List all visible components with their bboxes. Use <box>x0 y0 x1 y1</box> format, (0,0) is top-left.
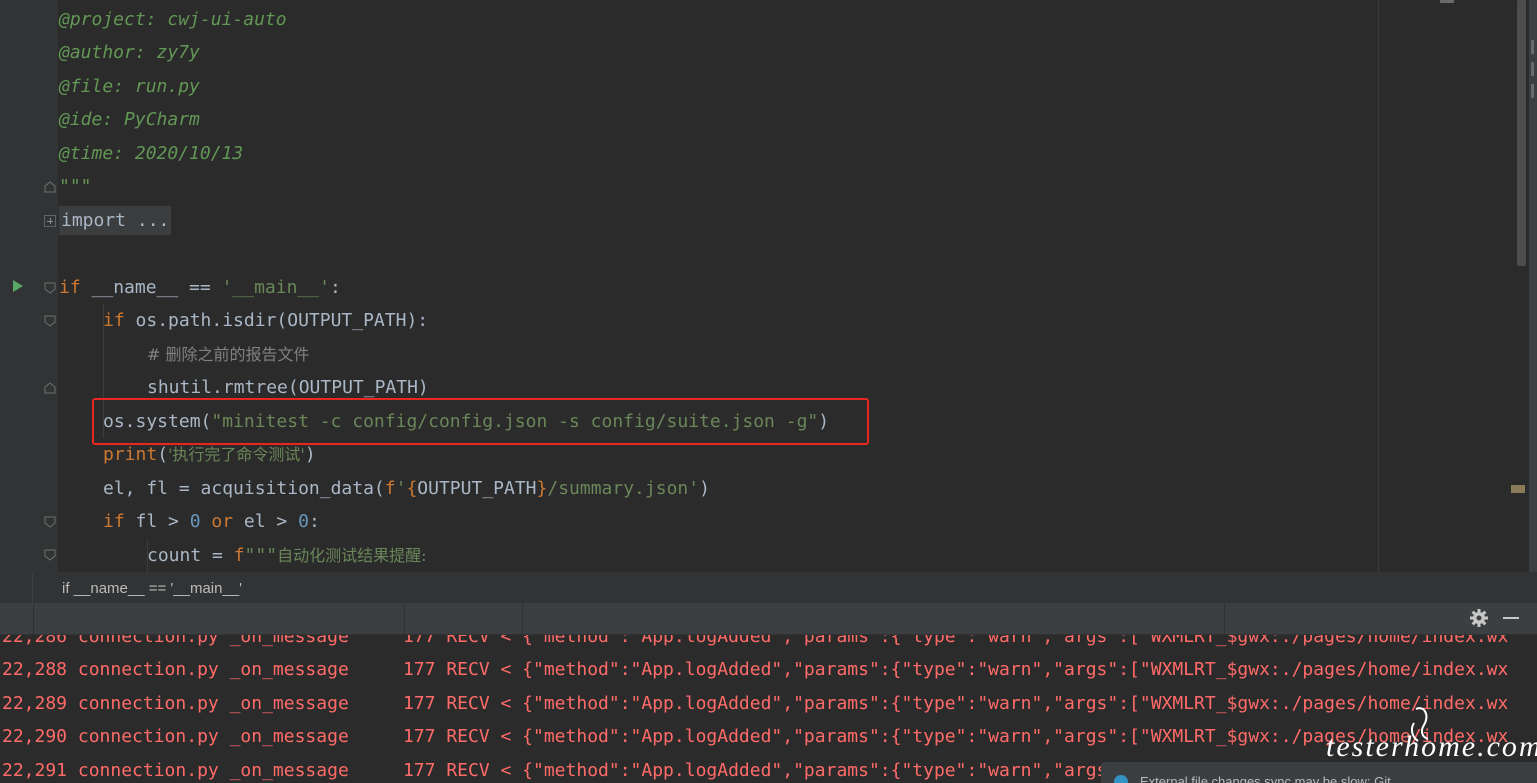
code-token: if <box>103 511 136 532</box>
code-line[interactable]: if fl > 0 or el > 0: <box>103 505 320 539</box>
code-token: '执行完了命令测试' <box>168 445 305 464</box>
right-margin-guide <box>1378 0 1379 572</box>
code-line[interactable]: """ <box>59 170 92 204</box>
inspection-mark <box>1440 0 1454 3</box>
code-token: ( <box>157 444 169 465</box>
minimize-icon[interactable] <box>1503 617 1519 619</box>
tool-strip-mark <box>1531 40 1534 54</box>
code-line[interactable]: @ide: PyCharm <box>59 103 200 137</box>
breadcrumb-item[interactable]: if __name__ == '__main__' <box>62 573 242 604</box>
code-token: f <box>233 545 245 566</box>
info-icon <box>1114 775 1128 783</box>
code-line[interactable]: @file: run.py <box>59 70 200 104</box>
toolbar-separator <box>33 603 34 635</box>
code-line[interactable]: @project: cwj-ui-auto <box>59 3 287 37</box>
code-token: OUTPUT_PATH <box>417 478 537 499</box>
fold-expand-icon[interactable] <box>44 215 56 227</box>
code-token: __name__ == <box>91 277 222 298</box>
code-token: 0 <box>189 511 212 532</box>
code-line[interactable]: import ... <box>59 204 172 238</box>
code-token: ' <box>395 478 407 499</box>
breadcrumb-bar: if __name__ == '__main__' <box>0 572 1537 604</box>
code-line[interactable]: @author: zy7y <box>59 36 200 70</box>
code-token: el, fl = acquisition_data( <box>103 478 385 499</box>
code-token: 自动化测试结果提醒: <box>277 546 427 565</box>
code-token: os.path.isdir(OUTPUT_PATH): <box>135 310 429 331</box>
code-token: """ <box>244 545 278 566</box>
code-area[interactable]: @project: cwj-ui-auto @author: zy7y @file:… <box>59 0 1377 572</box>
tool-strip-mark <box>1531 84 1534 98</box>
code-token: f <box>384 478 396 499</box>
code-token: el > <box>243 511 299 532</box>
code-token: import ... <box>59 206 172 235</box>
tool-strip-mark <box>1531 62 1534 76</box>
code-token: fl > <box>135 511 190 532</box>
code-token: # 删除之前的报告文件 <box>147 345 310 364</box>
code-token: /summary.json' <box>547 478 700 499</box>
code-token: { <box>406 478 418 499</box>
code-editor[interactable]: @project: cwj-ui-auto @author: zy7y @file:… <box>0 0 1537 572</box>
code-token: ) <box>699 478 710 499</box>
code-token: @project: cwj-ui-auto <box>59 9 287 30</box>
code-line[interactable]: count = f"""自动化测试结果提醒: <box>147 539 426 572</box>
watermark-text: testerhome.com <box>1326 730 1537 763</box>
fold-start-arrow-icon[interactable] <box>44 549 56 561</box>
code-line[interactable]: # 删除之前的报告文件 <box>147 338 310 372</box>
code-line[interactable]: if __name__ == '__main__': <box>59 271 341 305</box>
console-log-line: 22,286 connection.py _on_message 177 REC… <box>2 635 1509 647</box>
code-token: @file: run.py <box>59 76 200 97</box>
editor-scrollbar-thumb[interactable] <box>1517 0 1526 266</box>
fold-start-arrow-icon[interactable] <box>44 315 56 327</box>
code-token: """ <box>59 176 92 197</box>
run-arrow-icon[interactable] <box>11 278 25 294</box>
notification-text[interactable]: External file changes sync may be slow: … <box>1140 774 1402 783</box>
code-token: @ide: PyCharm <box>59 109 200 130</box>
code-token: if <box>59 277 92 298</box>
run-console-toolbar <box>0 603 1537 635</box>
toolbar-separator <box>404 603 405 635</box>
code-token: print <box>103 444 158 465</box>
scrollbar-warning-marker[interactable] <box>1511 485 1525 493</box>
code-token: or <box>211 511 244 532</box>
code-line[interactable]: @time: 2020/10/13 <box>59 137 243 171</box>
code-line[interactable]: if os.path.isdir(OUTPUT_PATH): <box>103 304 428 338</box>
fold-end-arrow-icon[interactable] <box>44 181 56 193</box>
fold-end-arrow-icon[interactable] <box>44 382 56 394</box>
code-token: : <box>308 511 320 532</box>
code-token: @time: 2020/10/13 <box>59 143 244 164</box>
code-token: count = <box>147 545 234 566</box>
fold-start-arrow-icon[interactable] <box>44 516 56 528</box>
fold-start-arrow-icon[interactable] <box>44 282 56 294</box>
code-token: if <box>103 310 136 331</box>
code-line[interactable]: el, fl = acquisition_data(f'{OUTPUT_PATH… <box>103 472 710 506</box>
toolbar-separator <box>1224 603 1225 635</box>
code-token: 0 <box>298 511 309 532</box>
highlight-annotation-box <box>92 398 869 445</box>
code-token: '__main__' <box>221 277 330 298</box>
gear-icon[interactable] <box>1469 608 1489 628</box>
code-token: @author: zy7y <box>59 42 200 63</box>
toolbar-separator <box>522 603 523 635</box>
code-token: ) <box>304 444 316 465</box>
code-token: } <box>536 478 548 499</box>
code-token: : <box>329 277 341 298</box>
code-token: shutil.rmtree(OUTPUT_PATH) <box>147 377 429 398</box>
breadcrumb-gutter <box>0 573 33 604</box>
console-log-line: 22,288 connection.py _on_message 177 REC… <box>2 659 1509 680</box>
